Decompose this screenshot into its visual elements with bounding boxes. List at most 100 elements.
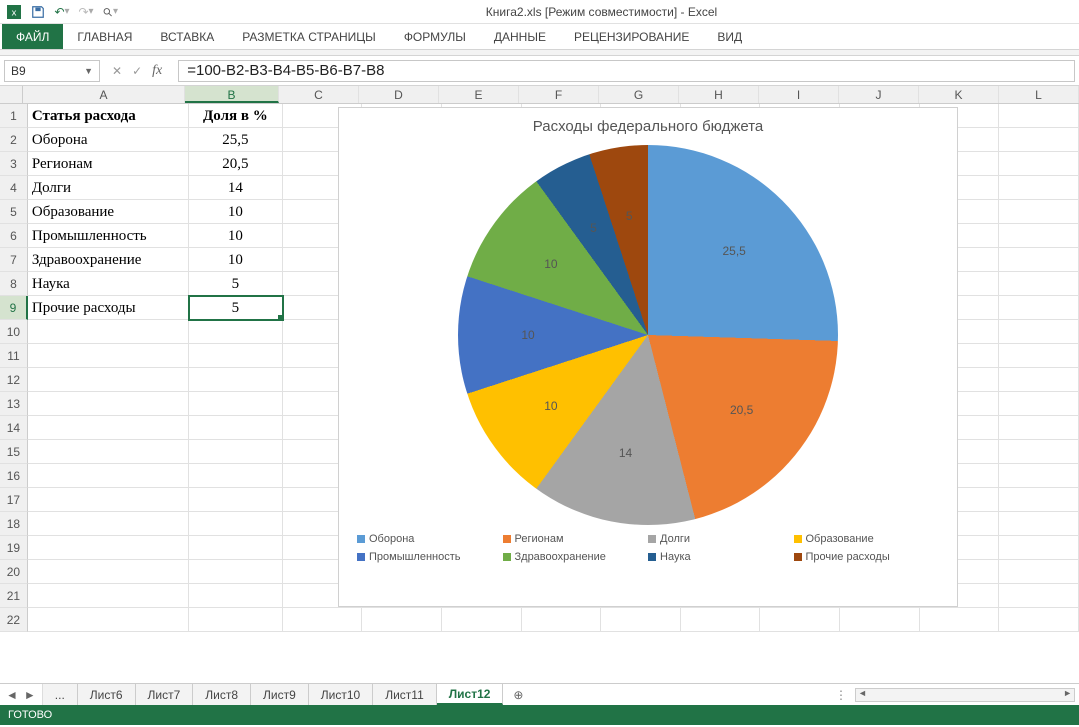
tab-split-handle[interactable]: ⋮ bbox=[835, 688, 855, 702]
column-header[interactable]: I bbox=[759, 86, 839, 103]
column-header[interactable]: D bbox=[359, 86, 439, 103]
column-header[interactable]: A bbox=[23, 86, 185, 103]
legend-item[interactable]: Наука bbox=[648, 551, 794, 563]
cell[interactable]: Здравоохранение bbox=[28, 248, 189, 272]
cell[interactable] bbox=[28, 464, 189, 488]
cell[interactable] bbox=[999, 536, 1079, 560]
row-header[interactable]: 15 bbox=[0, 440, 28, 464]
cell[interactable] bbox=[999, 104, 1079, 128]
cell[interactable] bbox=[28, 536, 189, 560]
ribbon-tab-разметка страницы[interactable]: РАЗМЕТКА СТРАНИЦЫ bbox=[228, 24, 390, 49]
cell[interactable] bbox=[760, 608, 840, 632]
cell[interactable] bbox=[362, 608, 442, 632]
row-header[interactable]: 22 bbox=[0, 608, 28, 632]
cell[interactable] bbox=[999, 488, 1079, 512]
cell[interactable]: Промышленность bbox=[28, 224, 189, 248]
cell[interactable] bbox=[189, 320, 283, 344]
row-header[interactable]: 21 bbox=[0, 584, 28, 608]
cell[interactable] bbox=[189, 464, 283, 488]
embedded-chart[interactable]: Расходы федерального бюджета 25,520,5141… bbox=[338, 107, 958, 607]
cell[interactable] bbox=[283, 608, 363, 632]
cell[interactable]: 5 bbox=[189, 272, 283, 296]
cell[interactable]: 10 bbox=[189, 224, 283, 248]
cell[interactable] bbox=[28, 584, 189, 608]
confirm-icon[interactable]: ✓ bbox=[132, 64, 142, 78]
cell[interactable] bbox=[189, 416, 283, 440]
cell[interactable] bbox=[999, 176, 1079, 200]
row-header[interactable]: 16 bbox=[0, 464, 28, 488]
cell[interactable] bbox=[189, 392, 283, 416]
row-header[interactable]: 8 bbox=[0, 272, 28, 296]
row-header[interactable]: 1 bbox=[0, 104, 28, 128]
cell[interactable] bbox=[999, 272, 1079, 296]
cell[interactable] bbox=[999, 392, 1079, 416]
ribbon-tab-вставка[interactable]: ВСТАВКА bbox=[146, 24, 228, 49]
cell[interactable] bbox=[999, 344, 1079, 368]
legend-item[interactable]: Здравоохранение bbox=[503, 551, 649, 563]
cell[interactable] bbox=[999, 512, 1079, 536]
cell[interactable] bbox=[999, 608, 1079, 632]
ribbon-tab-файл[interactable]: ФАЙЛ bbox=[2, 24, 63, 49]
cell[interactable] bbox=[189, 584, 283, 608]
row-header[interactable]: 11 bbox=[0, 344, 28, 368]
cell[interactable] bbox=[28, 440, 189, 464]
cell[interactable]: 5 bbox=[189, 296, 283, 320]
fx-icon[interactable]: fx bbox=[152, 63, 166, 79]
cell[interactable] bbox=[189, 608, 283, 632]
chevron-down-icon[interactable]: ▼ bbox=[84, 66, 93, 76]
row-header[interactable]: 3 bbox=[0, 152, 28, 176]
sheet-tab[interactable]: Лист11 bbox=[373, 684, 437, 705]
cell[interactable]: Статья расхода bbox=[28, 104, 189, 128]
cell[interactable]: Прочие расходы bbox=[28, 296, 189, 320]
sheet-tab[interactable]: Лист6 bbox=[78, 684, 136, 705]
cell[interactable]: 25,5 bbox=[189, 128, 283, 152]
cell[interactable] bbox=[189, 488, 283, 512]
cell[interactable] bbox=[28, 320, 189, 344]
row-header[interactable]: 6 bbox=[0, 224, 28, 248]
cell[interactable] bbox=[999, 296, 1079, 320]
add-sheet-button[interactable]: ⊕ bbox=[503, 684, 533, 705]
cell[interactable] bbox=[840, 608, 920, 632]
column-header[interactable]: J bbox=[839, 86, 919, 103]
legend-item[interactable]: Промышленность bbox=[357, 551, 503, 563]
cell[interactable] bbox=[189, 536, 283, 560]
cell[interactable] bbox=[999, 584, 1079, 608]
ribbon-tab-главная[interactable]: ГЛАВНАЯ bbox=[63, 24, 146, 49]
cell[interactable] bbox=[28, 368, 189, 392]
cell[interactable] bbox=[189, 560, 283, 584]
column-header[interactable]: E bbox=[439, 86, 519, 103]
column-header[interactable]: F bbox=[519, 86, 599, 103]
cell[interactable]: 10 bbox=[189, 200, 283, 224]
column-header[interactable]: K bbox=[919, 86, 999, 103]
cell[interactable] bbox=[28, 416, 189, 440]
cell[interactable] bbox=[999, 560, 1079, 584]
select-all-corner[interactable] bbox=[0, 86, 23, 103]
cell[interactable] bbox=[681, 608, 761, 632]
row-header[interactable]: 17 bbox=[0, 488, 28, 512]
ribbon-tab-данные[interactable]: ДАННЫЕ bbox=[480, 24, 560, 49]
cell[interactable] bbox=[999, 464, 1079, 488]
cell[interactable] bbox=[28, 392, 189, 416]
cell[interactable] bbox=[920, 608, 1000, 632]
column-header[interactable]: G bbox=[599, 86, 679, 103]
cell[interactable] bbox=[522, 608, 602, 632]
cell[interactable]: Наука bbox=[28, 272, 189, 296]
sheet-tab[interactable]: Лист12 bbox=[437, 684, 504, 705]
cell[interactable] bbox=[28, 560, 189, 584]
cell[interactable] bbox=[442, 608, 522, 632]
save-icon[interactable] bbox=[30, 4, 46, 20]
row-header[interactable]: 20 bbox=[0, 560, 28, 584]
name-box[interactable]: B9 ▼ bbox=[4, 60, 100, 82]
row-header[interactable]: 7 bbox=[0, 248, 28, 272]
row-header[interactable]: 13 bbox=[0, 392, 28, 416]
cell[interactable]: 10 bbox=[189, 248, 283, 272]
horizontal-scrollbar[interactable] bbox=[855, 688, 1075, 702]
cell[interactable] bbox=[999, 128, 1079, 152]
formula-input[interactable]: =100-B2-B3-B4-B5-B6-B7-B8 bbox=[178, 60, 1075, 82]
cell[interactable] bbox=[189, 440, 283, 464]
cell[interactable] bbox=[999, 224, 1079, 248]
cell[interactable] bbox=[28, 344, 189, 368]
sheet-tab[interactable]: Лист10 bbox=[309, 684, 373, 705]
redo-icon[interactable]: ↷▾ bbox=[78, 4, 94, 20]
print-preview-icon[interactable]: ▾ bbox=[102, 4, 118, 20]
